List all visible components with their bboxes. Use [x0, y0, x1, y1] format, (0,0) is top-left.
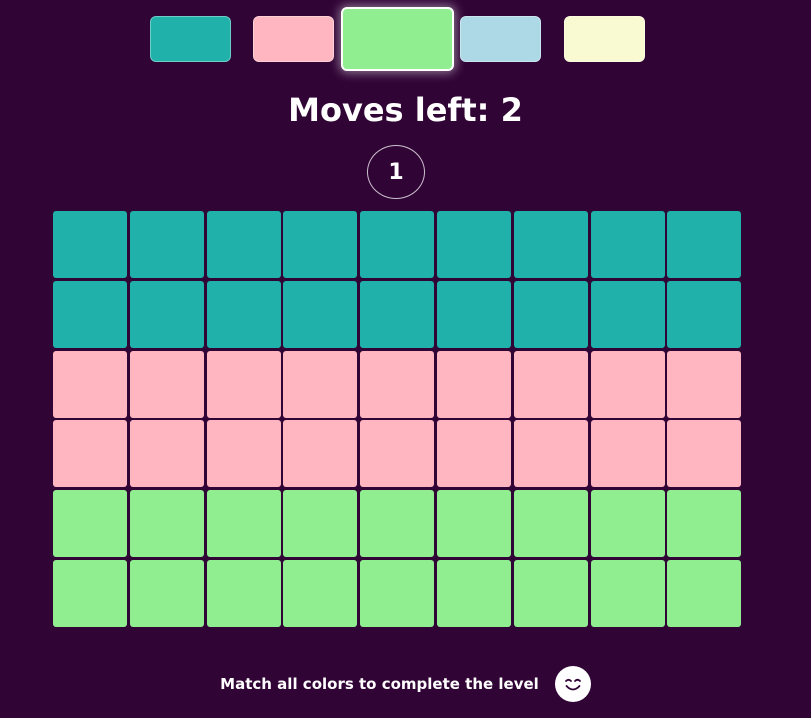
grid-junction — [510, 277, 515, 282]
grid-junction — [203, 486, 208, 491]
board-cell[interactable] — [360, 560, 435, 627]
board-cell[interactable] — [206, 490, 281, 558]
grid-junction — [280, 417, 284, 421]
color-swatch-light-yellow[interactable] — [564, 16, 645, 62]
grid-junction — [126, 277, 131, 282]
color-palette — [0, 0, 811, 80]
board-cell[interactable] — [360, 350, 435, 418]
grid-junction — [587, 347, 592, 352]
board-cell[interactable] — [667, 350, 742, 418]
board-cell[interactable] — [513, 211, 588, 278]
board-cell[interactable] — [129, 350, 204, 418]
board-cell[interactable] — [437, 490, 511, 558]
board-cell[interactable] — [513, 280, 588, 348]
board-cell[interactable] — [437, 560, 511, 627]
board-cell[interactable] — [53, 560, 127, 627]
board-cell[interactable] — [437, 350, 511, 418]
grid-junction — [664, 556, 668, 561]
board-cell[interactable] — [129, 211, 204, 278]
board-cell[interactable] — [206, 350, 281, 418]
board-cell[interactable] — [513, 560, 588, 627]
board-cell[interactable] — [53, 350, 127, 418]
color-swatch-teal[interactable] — [150, 16, 231, 62]
board-cell[interactable] — [129, 420, 204, 488]
board-cell[interactable] — [513, 350, 588, 418]
grid-junction — [664, 417, 668, 421]
board-cell[interactable] — [53, 420, 127, 488]
board-cell[interactable] — [513, 420, 588, 488]
board-cell[interactable] — [283, 350, 358, 418]
grid-junction — [280, 486, 284, 491]
board-cell[interactable] — [590, 211, 665, 278]
color-swatch-light-blue[interactable] — [460, 16, 541, 62]
board-cell[interactable] — [590, 490, 665, 558]
board-cell[interactable] — [53, 490, 127, 558]
board-cell[interactable] — [437, 280, 511, 348]
grid-junction — [664, 486, 668, 491]
grid-junction — [433, 347, 438, 352]
board-cell[interactable] — [360, 211, 435, 278]
grid-junction — [510, 347, 515, 352]
board-cell[interactable] — [590, 350, 665, 418]
board-cell[interactable] — [206, 560, 281, 627]
grid-junction — [356, 417, 361, 421]
board-cell[interactable] — [206, 420, 281, 488]
board-cell[interactable] — [129, 560, 204, 627]
grid-junction — [356, 347, 361, 352]
grid-junction — [203, 347, 208, 352]
grid-junction — [356, 556, 361, 561]
grid-junction — [587, 277, 592, 282]
board-cell[interactable] — [283, 560, 358, 627]
color-swatch-pink[interactable] — [253, 16, 334, 62]
grid-junction — [203, 556, 208, 561]
board-cell[interactable] — [283, 280, 358, 348]
board-cell[interactable] — [590, 420, 665, 488]
board-cell[interactable] — [667, 490, 742, 558]
grid-junction — [126, 347, 131, 352]
board-cell[interactable] — [590, 280, 665, 348]
grid-junction — [433, 556, 438, 561]
board-cell[interactable] — [360, 420, 435, 488]
board-cell[interactable] — [437, 211, 511, 278]
footer: Match all colors to complete the level — [0, 664, 811, 704]
board-cell[interactable] — [667, 560, 742, 627]
board-cell[interactable] — [590, 560, 665, 627]
grid-junction — [356, 486, 361, 491]
level-number: 1 — [388, 159, 404, 185]
board-cell[interactable] — [129, 490, 204, 558]
board-cell[interactable] — [283, 420, 358, 488]
board-cell[interactable] — [53, 211, 127, 278]
board-cell[interactable] — [206, 280, 281, 348]
grid-junction — [433, 486, 438, 491]
board-cell[interactable] — [360, 280, 435, 348]
board-cell[interactable] — [283, 490, 358, 558]
game-board — [53, 211, 742, 629]
board-cell[interactable] — [437, 420, 511, 488]
footer-message: Match all colors to complete the level — [220, 675, 539, 693]
board-cell[interactable] — [283, 211, 358, 278]
board-cell[interactable] — [360, 490, 435, 558]
grid-junction — [587, 486, 592, 491]
color-swatch-green[interactable] — [341, 7, 454, 71]
board-cell[interactable] — [129, 280, 204, 348]
level-indicator: 1 — [367, 145, 425, 199]
grid-junction — [587, 556, 592, 561]
smiley-icon — [554, 666, 591, 702]
moves-left-label: Moves left: 2 — [288, 91, 523, 129]
board-cell[interactable] — [667, 420, 742, 488]
board-cell[interactable] — [53, 280, 127, 348]
board-cell[interactable] — [667, 211, 742, 278]
grid-junction — [280, 556, 284, 561]
board-cell[interactable] — [667, 280, 742, 348]
grid-junction — [433, 417, 438, 421]
grid-junction — [203, 277, 208, 282]
board-cell[interactable] — [513, 490, 588, 558]
board-cell[interactable] — [206, 211, 281, 278]
